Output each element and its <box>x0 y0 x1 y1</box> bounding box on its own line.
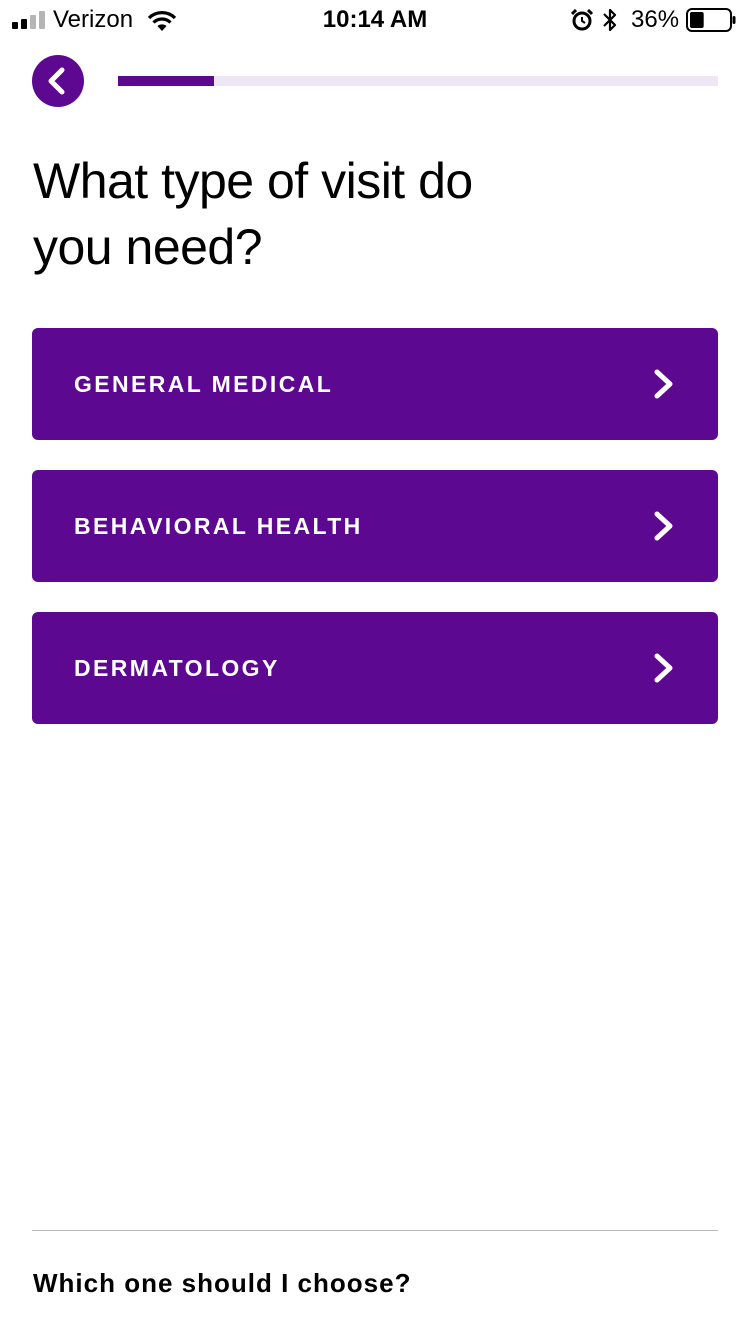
which-one-help-link[interactable]: Which one should I choose? <box>33 1266 411 1300</box>
battery-percent: 36% <box>631 6 680 33</box>
option-label: BEHAVIORAL HEALTH <box>74 513 363 539</box>
status-bar: Verizon 10:14 AM 36% <box>0 0 750 40</box>
chevron-left-icon <box>48 67 65 95</box>
footer-divider <box>32 1230 718 1231</box>
page-title-line-1: What type of visit do <box>33 153 473 209</box>
page-title: What type of visit do you need? <box>33 148 633 280</box>
back-button[interactable] <box>32 55 84 107</box>
progress-bar-fill <box>118 76 214 86</box>
page-title-line-2: you need? <box>33 219 263 275</box>
chevron-right-icon <box>654 511 673 541</box>
chevron-right-icon <box>654 653 673 683</box>
alarm-icon <box>571 9 593 31</box>
general-medical-button[interactable]: GENERAL MEDICAL <box>32 328 718 440</box>
dermatology-button[interactable]: DERMATOLOGY <box>32 612 718 724</box>
battery-icon <box>686 8 736 32</box>
behavioral-health-button[interactable]: BEHAVIORAL HEALTH <box>32 470 718 582</box>
progress-bar <box>118 76 718 86</box>
option-label: DERMATOLOGY <box>74 655 280 681</box>
chevron-right-icon <box>654 369 673 399</box>
option-label: GENERAL MEDICAL <box>74 371 334 397</box>
bluetooth-icon <box>603 8 617 32</box>
